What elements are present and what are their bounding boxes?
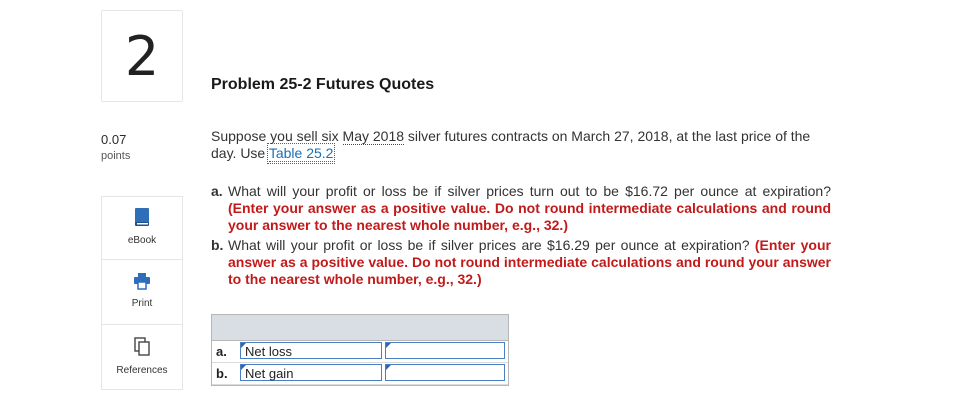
answer-row-a: a. Net loss	[212, 341, 508, 363]
problem-intro: Suppose you sell six May 2018 silver fut…	[211, 128, 831, 164]
tools-panel: eBook Print References	[101, 196, 183, 390]
part-body: What will your profit or loss be if silv…	[228, 183, 831, 234]
question-part-a: a. What will your profit or loss be if s…	[211, 183, 831, 234]
part-text: What will your profit or loss be if silv…	[228, 237, 755, 253]
references-button[interactable]: References	[102, 337, 182, 376]
references-icon	[134, 337, 150, 356]
answer-table: a. Net loss b. Net gain	[211, 314, 509, 386]
book-icon	[135, 208, 149, 226]
answer-table-header	[212, 315, 508, 341]
question-part-b: b. What will your profit or loss be if s…	[211, 237, 831, 288]
references-label: References	[116, 365, 168, 376]
profit-loss-dropdown[interactable]: Net gain	[240, 364, 382, 381]
dropdown-indicator-icon	[241, 343, 246, 348]
tool-divider	[102, 324, 182, 325]
question-number: 2	[124, 24, 160, 88]
intro-text-start: Suppose you sell six	[211, 128, 343, 144]
amount-input[interactable]	[385, 342, 505, 359]
dropdown-value: Net loss	[245, 344, 292, 359]
part-body: What will your profit or loss be if silv…	[228, 237, 831, 288]
profit-loss-dropdown[interactable]: Net loss	[240, 342, 382, 359]
ebook-button[interactable]: eBook	[102, 207, 182, 246]
print-label: Print	[131, 298, 153, 309]
tool-divider	[102, 259, 182, 260]
dropdown-value: Net gain	[245, 366, 294, 381]
ebook-label: eBook	[127, 235, 157, 246]
printer-icon	[134, 273, 150, 290]
row-letter: b.	[216, 366, 228, 381]
part-text: What will your profit or loss be if silv…	[228, 183, 831, 199]
input-indicator-icon	[386, 343, 391, 348]
part-instruction: (Enter your answer as a positive value. …	[228, 200, 831, 233]
dropdown-indicator-icon	[241, 365, 246, 370]
part-letter: b.	[211, 237, 224, 253]
answer-row-b: b. Net gain	[212, 363, 508, 385]
table-link[interactable]: Table 25.2	[266, 143, 336, 164]
input-indicator-icon	[386, 365, 391, 370]
question-number-card: 2	[101, 10, 183, 102]
problem-title: Problem 25-2 Futures Quotes	[211, 76, 435, 93]
intro-contract-month: May 2018	[342, 128, 405, 145]
points-info: 0.07 points	[101, 131, 130, 165]
row-letter: a.	[216, 344, 227, 359]
amount-input[interactable]	[385, 364, 505, 381]
points-label: points	[101, 150, 131, 162]
part-letter: a.	[211, 183, 223, 199]
points-value: 0.07	[101, 132, 127, 147]
print-button[interactable]: Print	[102, 272, 182, 309]
